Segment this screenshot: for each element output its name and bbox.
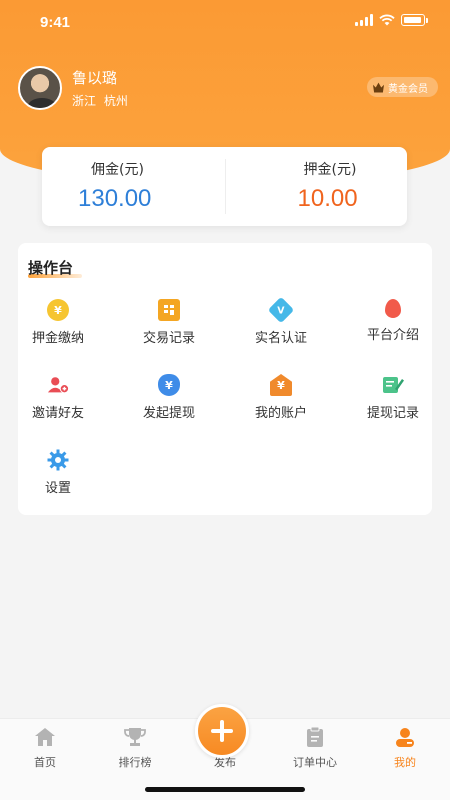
menu-item-withdrawal-records[interactable]: 提现记录 — [348, 374, 438, 421]
wifi-icon — [379, 14, 395, 26]
deposit-value: 10.00 — [297, 185, 358, 212]
tab-label: 排行榜 — [118, 756, 152, 769]
plus-icon[interactable] — [195, 704, 249, 758]
commission-section[interactable]: 佣金(元) 130.00 — [42, 147, 225, 226]
menu-item-label: 实名认证 — [254, 331, 307, 346]
tab-label: 我的 — [394, 756, 416, 769]
cellular-signal-icon — [355, 14, 373, 26]
deposit-section[interactable]: 押金(元) 10.00 — [224, 147, 408, 226]
trophy-icon — [124, 727, 146, 747]
balloon-icon — [385, 299, 401, 318]
crown-icon — [373, 82, 384, 93]
commission-value: 130.00 — [78, 185, 152, 212]
account-house-icon: ¥ — [270, 374, 292, 396]
calculator-icon — [158, 299, 180, 321]
clipboard-icon — [304, 726, 326, 747]
menu-item-deposit-payment[interactable]: ¥ 押金缴纳 — [13, 299, 103, 346]
menu-item-invite-friends[interactable]: 邀请好友 — [13, 374, 103, 421]
verified-diamond-icon: V — [267, 296, 295, 324]
balance-card: 佣金(元) 130.00 押金(元) 10.00 — [42, 147, 407, 226]
tab-publish[interactable]: 发布 — [185, 704, 265, 770]
battery-icon — [401, 14, 425, 26]
coin-icon: ¥ — [47, 299, 69, 321]
home-indicator — [145, 787, 305, 792]
tab-label: 订单中心 — [293, 756, 337, 769]
menu-item-label: 平台介绍 — [366, 328, 419, 343]
bottom-tab-bar: 首页 排行榜 发布 订单中心 我的 — [0, 704, 450, 800]
menu-item-start-withdrawal[interactable]: ¥ 发起提现 — [124, 374, 214, 421]
menu-item-label: 邀请好友 — [31, 406, 84, 421]
status-icons — [355, 14, 428, 26]
menu-item-label: 我的账户 — [254, 406, 307, 421]
home-icon — [34, 727, 56, 747]
menu-item-label: 押金缴纳 — [31, 331, 84, 346]
user-icon — [394, 727, 416, 747]
tab-label: 首页 — [34, 756, 56, 769]
menu-item-real-name-verification[interactable]: V 实名认证 — [236, 296, 326, 346]
vip-badge[interactable]: 黄金会员 — [367, 77, 438, 97]
menu-item-label: 交易记录 — [142, 331, 195, 346]
tab-home[interactable]: 首页 — [5, 727, 85, 770]
tab-order-center[interactable]: 订单中心 — [275, 726, 355, 770]
workbench-panel: 操作台 ¥ 押金缴纳 交易记录 V 实名认证 平台介绍 邀请好友 ¥ 发起提现 … — [18, 243, 432, 515]
menu-item-platform-intro[interactable]: 平台介绍 — [348, 299, 438, 343]
edit-document-icon — [382, 374, 404, 396]
user-name: 鲁以璐 — [72, 69, 118, 87]
status-bar: 9:41 — [0, 0, 450, 44]
user-profile[interactable]: 鲁以璐 浙江 杭州 — [18, 66, 128, 110]
add-user-icon — [47, 374, 69, 396]
tab-leaderboard[interactable]: 排行榜 — [95, 727, 175, 770]
gear-icon — [47, 449, 69, 471]
money-bag-icon: ¥ — [158, 374, 180, 396]
menu-item-label: 发起提现 — [142, 406, 195, 421]
tab-mine[interactable]: 我的 — [365, 727, 445, 770]
menu-item-my-account[interactable]: ¥ 我的账户 — [236, 374, 326, 421]
deposit-label: 押金(元) — [303, 162, 357, 178]
profile-text: 鲁以璐 浙江 杭州 — [72, 67, 128, 109]
menu-item-transaction-records[interactable]: 交易记录 — [124, 299, 214, 346]
status-time: 9:41 — [40, 14, 71, 31]
battery-tip — [426, 17, 428, 23]
workbench-title: 操作台 — [28, 259, 74, 277]
commission-label: 佣金(元) — [91, 162, 144, 178]
avatar[interactable] — [18, 66, 62, 110]
vip-badge-label: 黄金会员 — [388, 83, 428, 95]
menu-item-settings[interactable]: 设置 — [13, 449, 103, 496]
user-location: 浙江 杭州 — [72, 94, 128, 108]
menu-item-label: 设置 — [44, 481, 71, 496]
menu-item-label: 提现记录 — [366, 406, 419, 421]
